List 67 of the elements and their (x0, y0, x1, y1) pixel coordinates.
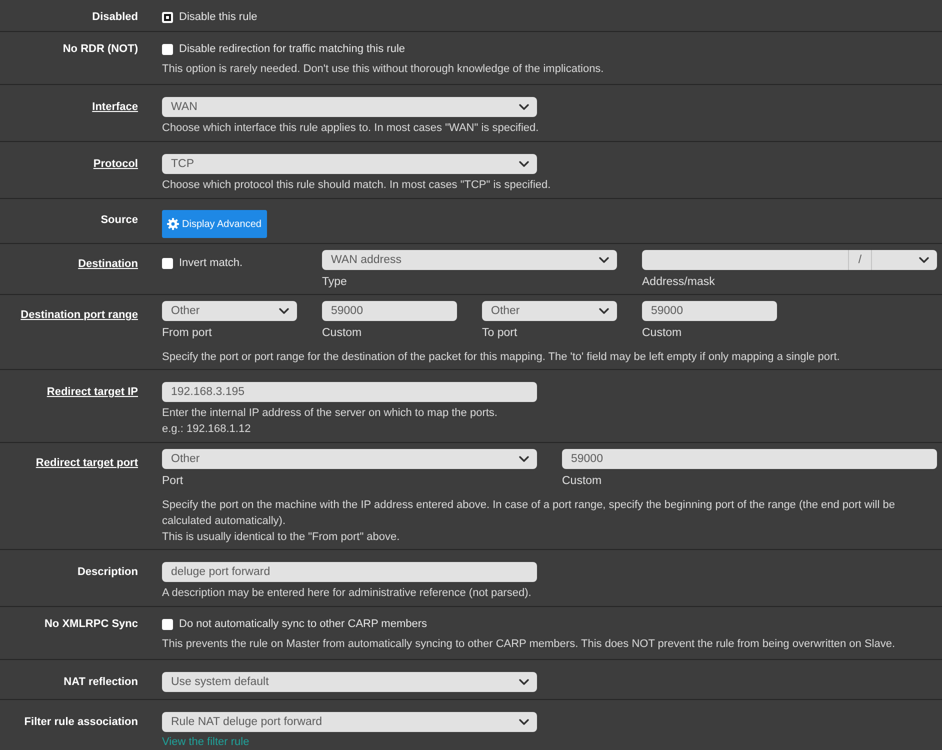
dropdown[interactable]: Rule NAT deluge port forward (162, 712, 537, 732)
dropdown[interactable]: Other (162, 301, 297, 321)
chevron-down-icon (599, 308, 609, 314)
help-text: Specify the port on the machine with the IP address entered above. In case of a port range, specify the beginning port of the range (the end port will be calculated automatically). (162, 498, 896, 529)
checkbox-label: Invert match. (179, 256, 243, 270)
dropdown[interactable] (872, 250, 937, 270)
field-label: Filter rule association (24, 715, 138, 730)
field-label: Redirect target port (36, 456, 138, 471)
field-caption: Custom (322, 326, 363, 341)
field-label: Redirect target IP (46, 385, 138, 400)
input-field[interactable] (642, 250, 848, 270)
field-label: Description (77, 565, 138, 580)
dropdown[interactable]: Use system default (162, 672, 537, 692)
field-label: Disabled (92, 10, 138, 24)
chevron-down-icon (519, 104, 529, 110)
field-caption: From port (162, 326, 213, 341)
dropdown[interactable]: WAN (162, 97, 537, 117)
field-caption: To port (482, 326, 518, 341)
help-text: Choose which interface this rule applies to. In most cases "WAN" is specified. (162, 121, 540, 136)
checkbox[interactable] (162, 12, 173, 22)
input-field[interactable]: 59000 (562, 449, 937, 469)
dropdown[interactable]: Other (482, 301, 617, 321)
help-text: This is usually identical to the "From port" above. (162, 530, 401, 545)
field-label: Destination port range (20, 308, 138, 323)
input-field[interactable]: 59000 (642, 301, 777, 321)
checkbox[interactable] (162, 618, 173, 630)
chevron-down-icon (279, 308, 289, 314)
input-field[interactable]: deluge port forward (162, 562, 537, 582)
dropdown[interactable]: WAN address (322, 250, 617, 270)
gear-icon (167, 218, 179, 230)
dropdown[interactable]: TCP (162, 154, 537, 174)
field-caption: Address/mask (642, 275, 716, 290)
filter-rule-link[interactable]: View the filter rule (162, 735, 250, 749)
chevron-down-icon (519, 719, 529, 725)
input-field[interactable]: 59000 (322, 301, 457, 321)
help-text: This option is rarely needed. Don't use this without thorough knowledge of the implications. (162, 62, 605, 77)
checkbox-label: Disable redirection for traffic matching this rule (179, 42, 406, 56)
field-label: Destination (78, 257, 138, 272)
field-label: Protocol (93, 157, 138, 172)
chevron-down-icon (599, 257, 609, 263)
field-label: No XMLRPC Sync (44, 617, 138, 631)
display-advanced-button[interactable]: Display Advanced (162, 210, 266, 238)
help-text: This prevents the rule on Master from automatically syncing to other CARP members. This does NOT prevent the rule from being overwritten on Slave. (162, 637, 896, 652)
dropdown[interactable]: Other (162, 449, 537, 469)
field-label: Source (100, 213, 138, 228)
checkbox[interactable] (162, 44, 173, 54)
field-label: NAT reflection (64, 675, 138, 690)
field-label: Interface (92, 100, 138, 115)
checkbox[interactable] (162, 258, 173, 268)
checkbox-label: Do not automatically sync to other CARP members (179, 617, 428, 631)
chevron-down-icon (919, 257, 929, 263)
input-addon: / (848, 250, 872, 270)
field-caption: Custom (642, 326, 683, 341)
chevron-down-icon (519, 679, 529, 685)
chevron-down-icon (519, 161, 529, 167)
help-text: A description may be entered here for administrative reference (not parsed). (162, 586, 532, 601)
help-text: Specify the port or port range for the destination of the packet for this mapping. The 'to' field may be left empty if only mapping a single port. (162, 350, 841, 365)
field-caption: Type (322, 275, 348, 290)
checkbox-label: Disable this rule (179, 10, 258, 24)
help-text: Choose which protocol this rule should match. In most cases "TCP" is specified. (162, 178, 552, 193)
field-caption: Custom (562, 474, 603, 489)
field-label: No RDR (NOT) (62, 42, 138, 56)
chevron-down-icon (519, 456, 529, 462)
help-text: e.g.: 192.168.1.12 (162, 422, 252, 437)
help-text: Enter the internal IP address of the server on which to map the ports. (162, 406, 498, 421)
input-field[interactable]: 192.168.3.195 (162, 382, 537, 402)
field-caption: Port (162, 474, 184, 489)
